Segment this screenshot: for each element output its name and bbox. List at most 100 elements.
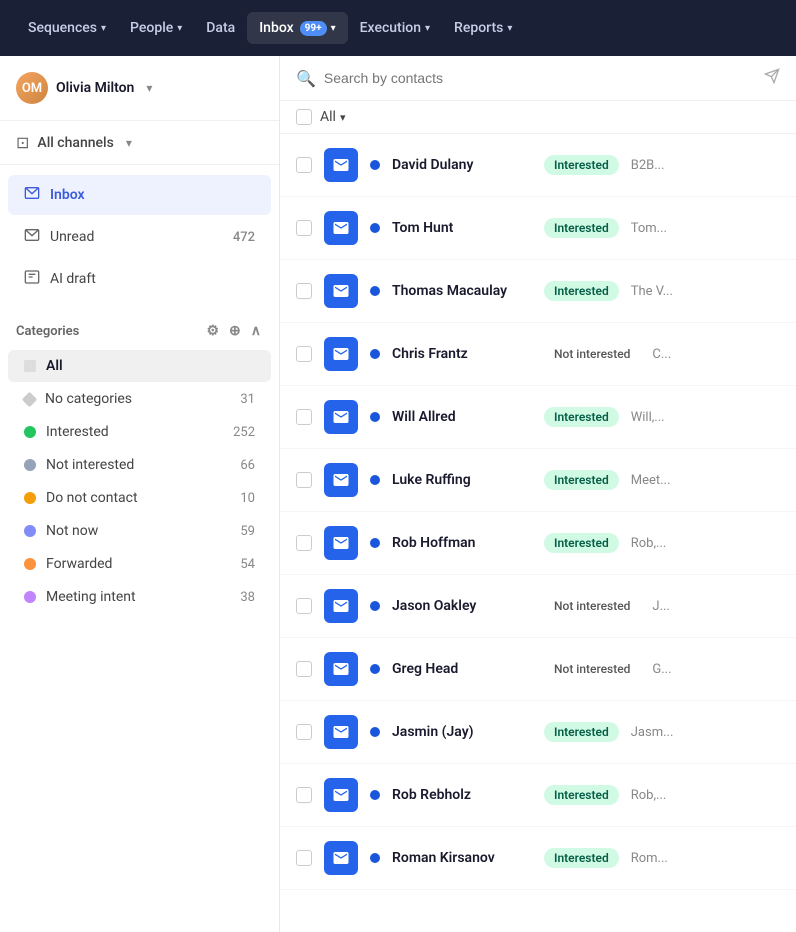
status-badge: Interested bbox=[544, 470, 619, 490]
contact-checkbox[interactable] bbox=[296, 661, 312, 677]
table-row[interactable]: Jasmin (Jay) Interested Jasm... bbox=[280, 701, 796, 764]
sidebar-nav: Inbox Unread 472 AI draft bbox=[0, 165, 279, 309]
sidebar-item-inbox[interactable]: Inbox bbox=[8, 175, 271, 215]
categories-header: Categories ⚙ ⊕ ∧ bbox=[0, 309, 279, 349]
table-row[interactable]: Thomas Macaulay Interested The V... bbox=[280, 260, 796, 323]
table-row[interactable]: Rob Rebholz Interested Rob,... bbox=[280, 764, 796, 827]
status-badge: Not interested bbox=[544, 344, 640, 364]
sidebar-channel-selector[interactable]: ⊡ All channels ▾ bbox=[0, 121, 279, 165]
online-dot bbox=[370, 601, 380, 611]
contact-checkbox[interactable] bbox=[296, 346, 312, 362]
mail-icon bbox=[24, 227, 40, 247]
category-label: Forwarded bbox=[46, 556, 230, 572]
search-icon: 🔍 bbox=[296, 69, 316, 88]
nav-reports[interactable]: Reports ▾ bbox=[442, 12, 524, 44]
sidebar-category-forwarded[interactable]: Forwarded 54 bbox=[8, 548, 271, 580]
sidebar-category-do-not-contact[interactable]: Do not contact 10 bbox=[8, 482, 271, 514]
table-row[interactable]: Will Allred Interested Will,... bbox=[280, 386, 796, 449]
status-badge: Interested bbox=[544, 155, 619, 175]
gear-icon[interactable]: ⚙ bbox=[204, 321, 221, 341]
contact-checkbox[interactable] bbox=[296, 535, 312, 551]
status-badge: Interested bbox=[544, 848, 619, 868]
send-icon[interactable] bbox=[764, 68, 780, 88]
contact-name: Jason Oakley bbox=[392, 598, 532, 614]
chevron-down-icon: ▾ bbox=[101, 23, 106, 34]
contact-checkbox[interactable] bbox=[296, 787, 312, 803]
inbox-badge: 99+ bbox=[300, 21, 327, 36]
main-layout: OM Olivia Milton ▾ ⊡ All channels ▾ Inbo… bbox=[0, 56, 796, 932]
content-area: 🔍 All ▾ David Dulany Interested B2B... bbox=[280, 56, 796, 932]
contact-name: Thomas Macaulay bbox=[392, 283, 532, 299]
status-badge: Interested bbox=[544, 722, 619, 742]
category-label: All bbox=[46, 358, 255, 374]
chevron-down-icon: ▾ bbox=[146, 81, 152, 95]
table-row[interactable]: Tom Hunt Interested Tom... bbox=[280, 197, 796, 260]
email-icon bbox=[324, 589, 358, 623]
email-icon bbox=[324, 526, 358, 560]
filter-label: All bbox=[320, 109, 336, 125]
sidebar: OM Olivia Milton ▾ ⊡ All channels ▾ Inbo… bbox=[0, 56, 280, 932]
tag-icon bbox=[24, 360, 36, 372]
contact-preview: Tom... bbox=[631, 221, 780, 236]
contact-preview: Will,... bbox=[631, 410, 780, 425]
online-dot bbox=[370, 664, 380, 674]
contact-preview: G... bbox=[652, 662, 780, 677]
table-row[interactable]: Roman Kirsanov Interested Rom... bbox=[280, 827, 796, 890]
table-row[interactable]: Chris Frantz Not interested C... bbox=[280, 323, 796, 386]
contact-checkbox[interactable] bbox=[296, 724, 312, 740]
nav-execution[interactable]: Execution ▾ bbox=[348, 12, 442, 44]
table-row[interactable]: David Dulany Interested B2B... bbox=[280, 134, 796, 197]
contact-preview: The V... bbox=[631, 284, 780, 299]
sidebar-category-interested[interactable]: Interested 252 bbox=[8, 416, 271, 448]
select-all-checkbox[interactable] bbox=[296, 109, 312, 125]
chevron-down-icon: ▾ bbox=[340, 111, 346, 124]
nav-sequences[interactable]: Sequences ▾ bbox=[16, 12, 118, 44]
table-row[interactable]: Jason Oakley Not interested J... bbox=[280, 575, 796, 638]
sidebar-item-unread[interactable]: Unread 472 bbox=[8, 217, 271, 257]
sidebar-item-ai-draft[interactable]: AI draft bbox=[8, 259, 271, 299]
contact-preview: Meet... bbox=[631, 473, 780, 488]
sidebar-category-not-now[interactable]: Not now 59 bbox=[8, 515, 271, 547]
nav-inbox[interactable]: Inbox 99+ ▾ bbox=[247, 12, 347, 44]
sidebar-category-not-interested[interactable]: Not interested 66 bbox=[8, 449, 271, 481]
category-label: Do not contact bbox=[46, 490, 230, 506]
category-count: 66 bbox=[240, 458, 255, 473]
contact-checkbox[interactable] bbox=[296, 850, 312, 866]
top-navigation: Sequences ▾ People ▾ Data Inbox 99+ ▾ Ex… bbox=[0, 0, 796, 56]
status-badge: Interested bbox=[544, 407, 619, 427]
sidebar-item-label: Inbox bbox=[50, 187, 85, 203]
email-icon bbox=[324, 148, 358, 182]
filter-all-dropdown[interactable]: All ▾ bbox=[320, 109, 345, 125]
email-icon bbox=[324, 337, 358, 371]
category-label: Meeting intent bbox=[46, 589, 230, 605]
table-row[interactable]: Luke Ruffing Interested Meet... bbox=[280, 449, 796, 512]
online-dot bbox=[370, 160, 380, 170]
online-dot bbox=[370, 790, 380, 800]
nav-people[interactable]: People ▾ bbox=[118, 12, 194, 44]
contact-checkbox[interactable] bbox=[296, 283, 312, 299]
contact-checkbox[interactable] bbox=[296, 598, 312, 614]
sidebar-user[interactable]: OM Olivia Milton ▾ bbox=[0, 56, 279, 121]
collapse-icon[interactable]: ∧ bbox=[249, 321, 263, 341]
search-bar: 🔍 bbox=[280, 56, 796, 101]
contact-checkbox[interactable] bbox=[296, 409, 312, 425]
channel-label: All channels bbox=[37, 135, 113, 151]
contact-checkbox[interactable] bbox=[296, 220, 312, 236]
contact-checkbox[interactable] bbox=[296, 472, 312, 488]
user-name: Olivia Milton bbox=[56, 80, 134, 96]
sidebar-category-meeting-intent[interactable]: Meeting intent 38 bbox=[8, 581, 271, 613]
add-category-icon[interactable]: ⊕ bbox=[227, 321, 243, 341]
sidebar-category-no-categories[interactable]: No categories 31 bbox=[8, 383, 271, 415]
nav-data[interactable]: Data bbox=[194, 12, 247, 44]
table-row[interactable]: Rob Hoffman Interested Rob,... bbox=[280, 512, 796, 575]
email-icon bbox=[324, 400, 358, 434]
category-count: 59 bbox=[240, 524, 255, 539]
search-input[interactable] bbox=[324, 70, 756, 86]
sidebar-category-all[interactable]: All bbox=[8, 350, 271, 382]
status-badge: Not interested bbox=[544, 659, 640, 679]
online-dot bbox=[370, 538, 380, 548]
contact-checkbox[interactable] bbox=[296, 157, 312, 173]
table-row[interactable]: Greg Head Not interested G... bbox=[280, 638, 796, 701]
email-icon bbox=[324, 463, 358, 497]
contact-name: Tom Hunt bbox=[392, 220, 532, 236]
